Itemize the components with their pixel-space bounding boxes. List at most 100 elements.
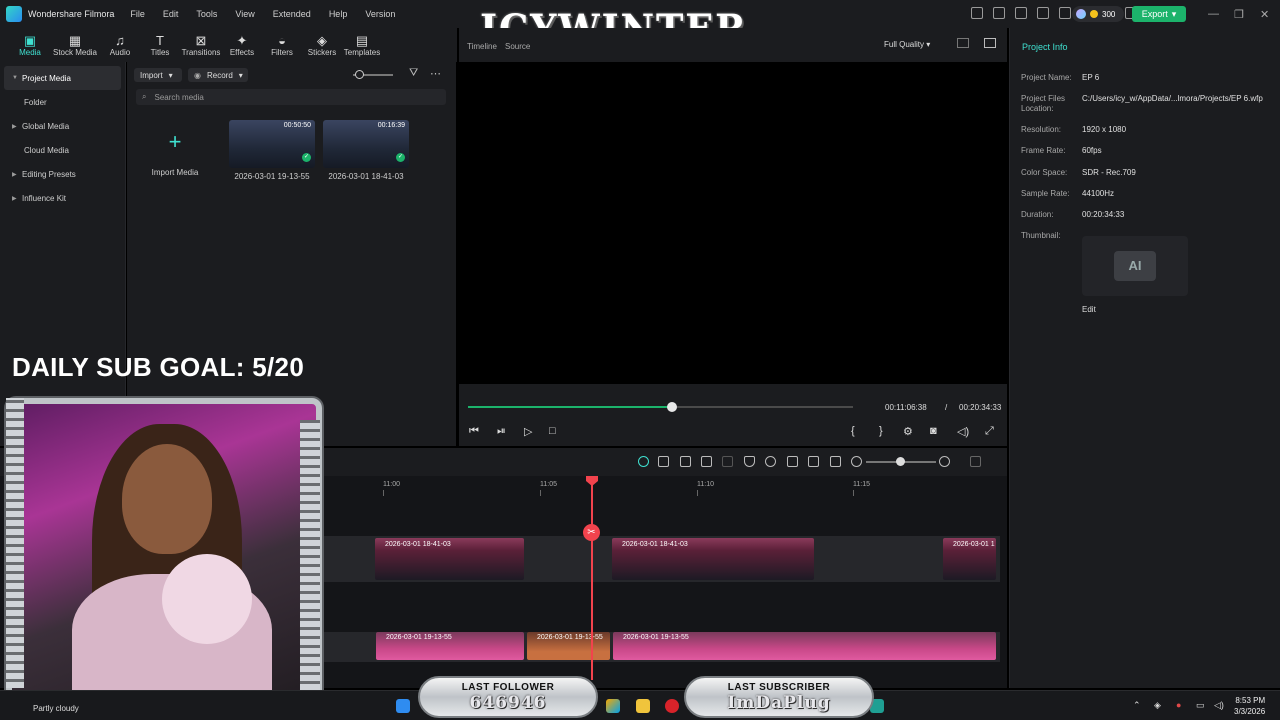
layout-icon[interactable] xyxy=(808,456,819,467)
chevron-up-icon[interactable]: ⌃ xyxy=(1133,700,1141,711)
zoom-out-icon[interactable] xyxy=(851,456,862,467)
import-button[interactable]: Import ▾ xyxy=(134,68,182,82)
fullscreen-icon[interactable]: ⤢ xyxy=(985,425,994,438)
menu-edit[interactable]: Edit xyxy=(163,9,179,19)
opera-icon[interactable] xyxy=(665,699,679,713)
monitor-icon[interactable] xyxy=(1037,7,1049,19)
network-tray-icon[interactable]: ◈ xyxy=(1154,700,1161,711)
weather-text[interactable]: Partly cloudy xyxy=(33,704,79,713)
grid-icon[interactable] xyxy=(970,456,981,467)
layout-icon[interactable] xyxy=(1015,7,1027,19)
tab-templates[interactable]: ▤ Templates xyxy=(342,32,382,57)
sidebar-item-influence-kit[interactable]: ▶ Influence Kit xyxy=(0,186,125,210)
menu-version[interactable]: Version xyxy=(365,9,395,19)
sidebar-item-folder[interactable]: Folder xyxy=(0,90,125,114)
edit-thumbnail-button[interactable]: Edit xyxy=(1082,305,1122,314)
sidebar-item-editing-presets[interactable]: ▶ Editing Presets xyxy=(0,162,125,186)
video-preview[interactable] xyxy=(459,62,1007,384)
video-clip[interactable]: 2026-03-01 1 xyxy=(943,538,996,580)
record-button[interactable]: ◉ Record ▾ xyxy=(188,68,248,82)
playback-knob[interactable] xyxy=(667,402,678,412)
menu-tools[interactable]: Tools xyxy=(196,9,217,19)
zoom-in-icon[interactable] xyxy=(939,456,950,467)
minimize-icon[interactable]: — xyxy=(1208,8,1219,20)
tab-media[interactable]: ▣ Media xyxy=(10,33,50,57)
scissors-icon[interactable]: ✂ xyxy=(583,524,600,541)
search-input[interactable]: ⌕ Search media xyxy=(136,89,446,105)
media-clip[interactable]: 00:50:50 ✓ 2026-03-01 19-13-55 xyxy=(229,120,315,181)
sidebar-item-global-media[interactable]: ▶ Global Media xyxy=(0,114,125,138)
play-icon[interactable]: ▷ xyxy=(524,425,532,438)
previous-frame-icon[interactable]: ⏮ xyxy=(469,425,479,438)
playhead[interactable] xyxy=(591,478,593,680)
image-icon[interactable] xyxy=(984,38,996,48)
menu-help[interactable]: Help xyxy=(329,9,348,19)
audio-clip[interactable]: 2026-03-01 19-13-55 xyxy=(527,632,610,660)
import-media-tile[interactable]: + Import Media xyxy=(132,120,218,177)
microphone-icon[interactable] xyxy=(765,456,776,467)
ai-credits[interactable]: 300 xyxy=(1072,6,1124,22)
gift-icon[interactable] xyxy=(971,7,983,19)
thumbnail-size-knob[interactable] xyxy=(355,70,364,79)
grid-icon[interactable] xyxy=(957,38,969,48)
send-icon[interactable] xyxy=(993,7,1005,19)
crop-icon[interactable] xyxy=(680,456,691,467)
tab-effects[interactable]: ✦ Effects xyxy=(222,33,262,57)
tab-timeline[interactable]: Timeline xyxy=(467,42,497,51)
templates-icon: ▤ xyxy=(355,32,369,48)
copilot-icon[interactable] xyxy=(606,699,620,713)
track-icon[interactable] xyxy=(830,456,841,467)
video-clip[interactable]: 2026-03-01 18-41-03 xyxy=(612,538,814,580)
tab-source[interactable]: Source xyxy=(505,42,530,51)
display-tray-icon[interactable]: ▭ xyxy=(1196,700,1205,711)
menu-view[interactable]: View xyxy=(235,9,254,19)
speed-icon[interactable] xyxy=(701,456,712,467)
shield-icon[interactable] xyxy=(744,456,755,467)
restore-icon[interactable]: ❐ xyxy=(1234,8,1244,21)
settings-icon[interactable]: ⚙ xyxy=(903,425,913,438)
tab-stock-media[interactable]: ▦ Stock Media xyxy=(50,33,100,57)
play-reverse-icon[interactable]: ⏯ xyxy=(497,425,506,438)
windows-start-icon[interactable] xyxy=(396,699,410,713)
chain-frame-decoration xyxy=(300,420,320,690)
close-icon[interactable]: ✕ xyxy=(1260,8,1269,21)
menu-file[interactable]: File xyxy=(130,9,145,19)
tab-audio[interactable]: ♫ Audio xyxy=(100,33,140,57)
audio-clip[interactable]: 2026-03-01 19-13-55 xyxy=(376,632,524,660)
media-clip[interactable]: 00:16:39 ✓ 2026-03-01 18-41-03 xyxy=(323,120,409,181)
microphone-tray-icon[interactable]: ● xyxy=(1176,700,1181,710)
tab-filters[interactable]: ◒ Filters xyxy=(262,33,302,57)
last-follower-label: LAST FOLLOWER xyxy=(461,682,555,693)
volume-icon[interactable]: ◁) xyxy=(957,425,969,438)
volume-tray-icon[interactable]: ◁) xyxy=(1214,700,1224,711)
tab-transitions[interactable]: ⊠ Transitions xyxy=(180,33,222,57)
export-button[interactable]: Export ▾ xyxy=(1132,6,1186,22)
mark-in-icon[interactable]: { xyxy=(851,425,855,437)
filter-icon[interactable]: ⛛ xyxy=(409,67,418,80)
stop-icon[interactable]: □ xyxy=(549,425,556,437)
tab-stickers[interactable]: ◈ Stickers xyxy=(302,33,342,57)
mixer-icon[interactable] xyxy=(787,456,798,467)
system-clock[interactable]: 8:53 PM 3/3/2026 xyxy=(1234,695,1265,717)
ruler-label: 11:00 xyxy=(383,481,400,488)
menu-extended[interactable]: Extended xyxy=(273,9,311,19)
more-icon[interactable]: ⋯ xyxy=(430,67,441,80)
audio-clip[interactable]: 2026-03-01 19-13-55 xyxy=(613,632,996,660)
playback-scrubber[interactable] xyxy=(468,402,853,412)
split-icon[interactable] xyxy=(658,456,669,467)
timeline-zoom-knob[interactable] xyxy=(896,457,905,466)
caret-right-icon: ▶ xyxy=(12,195,17,202)
quality-select[interactable]: Full Quality ▾ xyxy=(884,40,930,49)
file-explorer-icon[interactable] xyxy=(636,699,650,713)
mark-out-icon[interactable]: } xyxy=(879,425,883,437)
save-icon[interactable] xyxy=(1059,7,1071,19)
sidebar-item-project-media[interactable]: ▼ Project Media xyxy=(4,66,121,90)
ai-assist-icon[interactable] xyxy=(638,456,649,467)
tab-titles[interactable]: T Titles xyxy=(140,33,180,57)
link-icon[interactable] xyxy=(722,456,733,467)
sidebar-item-cloud-media[interactable]: Cloud Media xyxy=(0,138,125,162)
thumbnail-preview[interactable]: AI xyxy=(1082,236,1188,296)
project-location-value[interactable]: C:/Users/icy_w/AppData/...lmora/Projects… xyxy=(1082,94,1272,104)
video-clip[interactable]: 2026-03-01 18-41-03 xyxy=(375,538,524,580)
snapshot-icon[interactable]: ◙ xyxy=(930,425,937,437)
